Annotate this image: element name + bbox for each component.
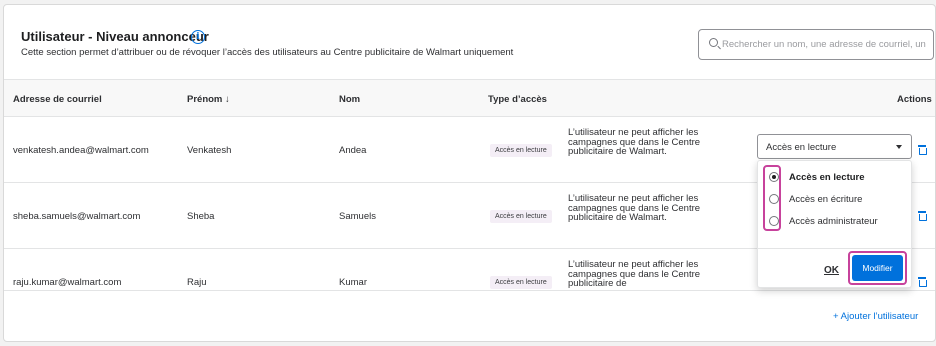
access-type-selected-value: Accès en lecture [766,142,837,153]
access-description: L’utilisateur ne peut afficher les campa… [568,127,701,157]
access-badge: Accès en lecture [490,210,552,223]
column-header-last-name[interactable]: Nom [339,94,360,105]
search-icon [709,38,718,47]
access-option-read[interactable]: Accès en lecture [766,167,911,187]
access-badge: Accès en lecture [490,276,552,289]
trash-icon[interactable] [918,211,927,221]
access-option-label: Accès administrateur [789,216,878,227]
radio-highlight [763,165,781,231]
access-description: L’utilisateur ne peut afficher les campa… [568,193,701,223]
access-description: L’utilisateur ne peut afficher les campa… [568,259,701,289]
access-option-label: Accès en écriture [789,194,863,205]
page-title: Utilisateur - Niveau annonceur [21,29,209,44]
access-badge: Accès en lecture [490,144,552,157]
email-cell: raju.kumar@walmart.com [13,277,122,288]
trash-icon[interactable] [918,145,927,155]
access-option-write[interactable]: Accès en écriture [766,189,911,209]
access-type-dropdown: Accès en lecture Accès en écriture Accès… [757,160,912,288]
chevron-down-icon [896,145,902,149]
access-option-admin[interactable]: Accès administrateur [766,211,911,231]
page-subtitle: Cette section permet d’attribuer ou de r… [21,47,514,58]
first-name-cell: Sheba [187,211,215,222]
search-input[interactable] [722,30,933,59]
search-box[interactable] [698,29,934,60]
email-cell: sheba.samuels@walmart.com [13,211,141,222]
table-header: Adresse de courriel Prénom ↓ Nom Type d’… [4,79,935,117]
last-name-cell: Kumar [339,277,367,288]
first-name-cell: Venkatesh [187,145,232,156]
first-name-cell: Raju [187,277,207,288]
access-type-select[interactable]: Accès en lecture [757,134,912,159]
column-header-actions: Actions [897,94,932,105]
last-name-cell: Samuels [339,211,376,222]
user-access-panel: Utilisateur - Niveau annonceur i Cette s… [3,4,936,342]
divider [758,248,911,249]
add-user-link[interactable]: + Ajouter l’utilisateur [833,311,918,322]
column-header-email[interactable]: Adresse de courriel [13,94,102,105]
trash-icon[interactable] [918,277,927,287]
column-header-first-name[interactable]: Prénom ↓ [187,94,230,105]
info-icon[interactable]: i [191,30,205,44]
modify-button[interactable]: Modifier [852,255,903,281]
access-option-label: Accès en lecture [789,172,865,183]
email-cell: venkatesh.andea@walmart.com [13,145,149,156]
ok-button[interactable]: OK [824,265,839,276]
last-name-cell: Andea [339,145,367,156]
column-header-access-type[interactable]: Type d’accès [488,94,547,105]
